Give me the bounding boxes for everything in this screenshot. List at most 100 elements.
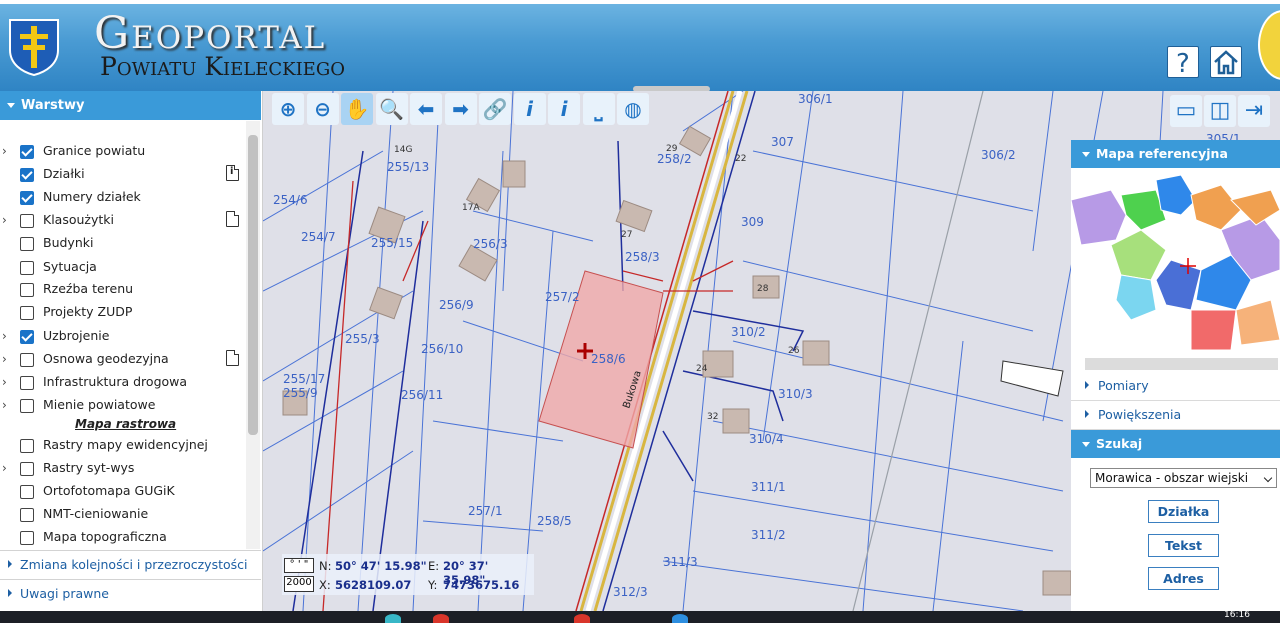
parcel-label: 306/2 xyxy=(981,148,1016,162)
scale-input[interactable]: 2000 xyxy=(284,576,314,592)
layer-item[interactable]: Budynki xyxy=(0,232,245,255)
layer-item[interactable]: Projekty ZUDP xyxy=(0,301,245,324)
forward-arrow-button[interactable]: ➡ xyxy=(444,93,477,125)
layer-document-icon[interactable] xyxy=(226,350,239,366)
layer-item[interactable]: › Osnowa geodezyjna xyxy=(0,348,245,371)
layer-item[interactable]: › Infrastruktura drogowa xyxy=(0,371,245,394)
reference-map-header[interactable]: Mapa referencyjna xyxy=(1071,140,1280,168)
layers-panel-title: Warstwy xyxy=(21,98,85,113)
zoom-in-button[interactable]: ⊕ xyxy=(272,93,304,125)
layer-item[interactable]: › Klasoużytki xyxy=(0,209,245,232)
layer-label: Ortofotomapa GUGiK xyxy=(43,483,175,498)
pan-hand-button[interactable]: ✋ xyxy=(341,93,373,125)
search-text-button[interactable]: Tekst xyxy=(1148,534,1219,557)
expand-chevron-icon[interactable]: › xyxy=(2,144,12,158)
layer-label: Rastry syt-wys xyxy=(43,460,135,475)
layer-checkbox[interactable] xyxy=(20,508,34,522)
layers-panel-header[interactable]: Warstwy xyxy=(0,91,261,120)
commune-select[interactable]: Morawica - obszar wiejski xyxy=(1090,468,1277,488)
expand-chevron-icon[interactable]: › xyxy=(2,329,12,343)
layer-item[interactable]: › Rastry syt-wys xyxy=(0,457,245,480)
search-parcel-button[interactable]: Działka xyxy=(1148,500,1219,523)
layer-label: Granice powiatu xyxy=(43,143,146,158)
link-button[interactable]: 🔗 xyxy=(479,93,511,125)
layer-checkbox[interactable] xyxy=(20,485,34,499)
info-button[interactable]: i xyxy=(513,93,546,125)
info-edit-icon: i xyxy=(560,97,568,121)
search-address-button[interactable]: Adres xyxy=(1148,567,1219,590)
layer-checkbox[interactable] xyxy=(20,376,34,390)
expand-chevron-icon[interactable]: › xyxy=(2,375,12,389)
parcel-label: 22 xyxy=(735,154,746,164)
reference-map-scrollbar[interactable] xyxy=(1085,358,1278,370)
search-header[interactable]: Szukaj xyxy=(1071,430,1280,458)
exit-panel-button[interactable]: ⇥ xyxy=(1238,95,1270,127)
layer-checkbox[interactable] xyxy=(20,306,34,320)
question-mark-icon: ? xyxy=(1176,49,1190,79)
parcel-label: 256/3 xyxy=(473,237,508,251)
measurements-section[interactable]: Pomiary xyxy=(1071,372,1280,401)
coordinate-format-button[interactable]: ° ' " xyxy=(284,558,314,573)
layer-item[interactable]: › Mienie powiatowe xyxy=(0,394,245,417)
zoom-out-button[interactable]: ⊖ xyxy=(306,93,339,125)
layer-checkbox[interactable] xyxy=(20,531,34,545)
layer-item[interactable]: NMT-cieniowanie xyxy=(0,503,245,526)
globe-button[interactable]: ◍ xyxy=(617,93,649,125)
layer-checkbox[interactable] xyxy=(20,191,34,205)
layer-label: Infrastruktura drogowa xyxy=(43,374,188,389)
layer-info-icon[interactable] xyxy=(226,165,239,181)
layer-item[interactable]: Rzeźba terenu xyxy=(0,278,245,301)
reference-map[interactable] xyxy=(1070,170,1280,356)
layer-item[interactable]: Działki xyxy=(0,163,245,186)
taskbar-app-icon[interactable] xyxy=(385,614,401,623)
measure-button[interactable]: ⎵ xyxy=(582,93,615,125)
layer-checkbox[interactable] xyxy=(20,439,34,453)
zoom-extent-button[interactable]: 🔍 xyxy=(375,93,408,125)
window-layout-icon: ▭ xyxy=(1175,98,1197,123)
layer-checkbox[interactable] xyxy=(20,168,34,182)
layer-checkbox[interactable] xyxy=(20,330,34,344)
home-button[interactable] xyxy=(1210,46,1242,78)
scrollbar-thumb[interactable] xyxy=(248,135,258,435)
back-arrow-button[interactable]: ⬅ xyxy=(410,93,442,125)
parcel-label: 256/11 xyxy=(401,388,443,402)
taskbar-app-icon[interactable] xyxy=(672,614,688,623)
layer-checkbox[interactable] xyxy=(20,261,34,275)
expand-chevron-icon[interactable]: › xyxy=(2,398,12,412)
layer-checkbox[interactable] xyxy=(20,399,34,413)
taskbar-app-icon[interactable] xyxy=(574,614,590,623)
reference-map-image[interactable] xyxy=(1070,170,1280,356)
layer-checkbox[interactable] xyxy=(20,462,34,476)
layer-checkbox[interactable] xyxy=(20,237,34,251)
header-banner: Geoportal Powiatu Kieleckiego ? xyxy=(0,0,1280,91)
layers-scrollbar[interactable] xyxy=(246,121,260,549)
layer-checkbox[interactable] xyxy=(20,145,34,159)
expand-chevron-icon[interactable]: › xyxy=(2,461,12,475)
legal-notes-section[interactable]: Uwagi prawne xyxy=(0,579,261,608)
order-transparency-section[interactable]: Zmiana kolejności i przezroczystości xyxy=(0,550,261,579)
home-icon xyxy=(1214,50,1238,75)
window-layout-button[interactable]: ▭ xyxy=(1170,95,1202,127)
expand-chevron-icon[interactable]: › xyxy=(2,213,12,227)
zooms-section[interactable]: Powiększenia xyxy=(1071,401,1280,430)
help-button[interactable]: ? xyxy=(1167,46,1199,79)
layer-item[interactable]: Numery działek xyxy=(0,186,245,209)
layer-checkbox[interactable] xyxy=(20,283,34,297)
parcel-label: 258/6 xyxy=(591,352,626,366)
layer-checkbox[interactable] xyxy=(20,353,34,367)
layer-document-icon[interactable] xyxy=(226,211,239,227)
layer-item[interactable]: Mapa topograficzna xyxy=(0,526,245,549)
info-edit-button[interactable]: i xyxy=(548,93,580,125)
measure-icon: ⎵ xyxy=(594,97,603,121)
layer-item[interactable]: › Uzbrojenie xyxy=(0,325,245,348)
split-layout-button[interactable]: ◫ xyxy=(1204,95,1236,127)
layer-checkbox[interactable] xyxy=(20,214,34,228)
layer-item[interactable]: Ortofotomapa GUGiK xyxy=(0,480,245,503)
back-arrow-icon: ⬅ xyxy=(417,97,435,121)
layer-item[interactable]: Sytuacja xyxy=(0,256,245,279)
layer-label: NMT-cieniowanie xyxy=(43,506,149,521)
taskbar-app-icon[interactable] xyxy=(433,614,449,623)
layer-item[interactable]: Rastry mapy ewidencyjnej xyxy=(0,434,245,457)
expand-chevron-icon[interactable]: › xyxy=(2,352,12,366)
layer-item[interactable]: › Granice powiatu xyxy=(0,140,245,163)
